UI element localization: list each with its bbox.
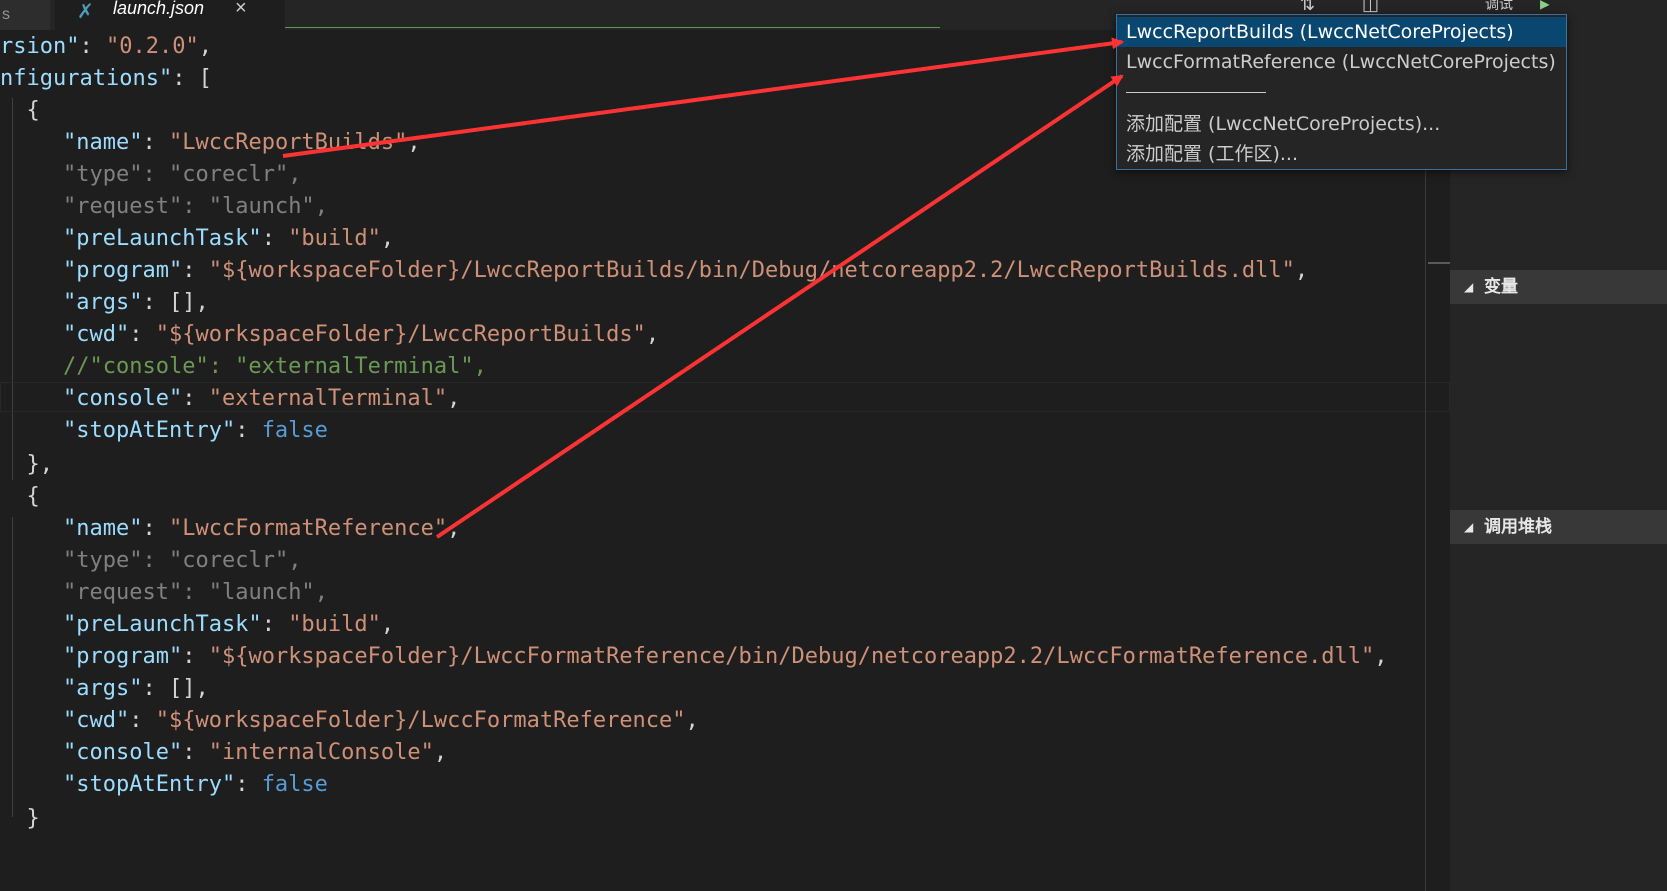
code-line-prelaunchtask: "preLaunchTask": "build", [63, 612, 395, 637]
code-line-program: "program": "${workspaceFolder}/LwccForma… [63, 644, 1388, 669]
code-line-type: "type": "coreclr", [63, 162, 302, 187]
code-line-console: "console": "internalConsole", [63, 740, 448, 765]
debug-label: 调试 [1485, 0, 1513, 13]
vscode-json-icon: ✗ [77, 1, 94, 23]
code-line-stopatentry: "stopAtEntry": false [63, 418, 328, 443]
code-line-open-brace: { [0, 484, 40, 509]
code-line-cwd: "cwd": "${workspaceFolder}/LwccFormatRef… [63, 708, 699, 733]
code-line-cwd: "cwd": "${workspaceFolder}/LwccReportBui… [63, 322, 660, 347]
section-variables-label: 变量 [1484, 277, 1518, 297]
code-line-close-brace: }, [0, 452, 53, 477]
close-icon[interactable]: × [235, 0, 247, 20]
editor-toolbar: ⇅ ◫ 调试 ▶ [1300, 0, 1667, 15]
section-callstack[interactable]: ◢ 调用堆栈 [1450, 510, 1667, 544]
source-control-icon[interactable]: ⇅ [1300, 0, 1315, 15]
dropdown-separator [1126, 92, 1266, 93]
tab-previous[interactable]: s [0, 0, 50, 30]
code-line-comment: //"console": "externalTerminal", [63, 354, 487, 379]
code-line-request: "request": "launch", [63, 194, 328, 219]
dropdown-item-add-config-project[interactable]: 添加配置 (LwccNetCoreProjects)... [1117, 109, 1566, 139]
code-line-args: "args": [], [63, 676, 209, 701]
code-line-stopatentry: "stopAtEntry": false [63, 772, 328, 797]
start-debug-icon[interactable]: ▶ [1540, 0, 1550, 13]
code-line-name: "name": "LwccReportBuilds", [63, 130, 421, 155]
collapse-triangle-icon: ◢ [1464, 520, 1474, 534]
dropdown-item-format-reference[interactable]: LwccFormatReference (LwccNetCoreProjects… [1117, 47, 1566, 77]
code-line-name: "name": "LwccFormatReference", [63, 516, 461, 541]
code-line-type: "type": "coreclr", [63, 548, 302, 573]
code-line-prelaunchtask: "preLaunchTask": "build", [63, 226, 395, 251]
code-line-configurations: nfigurations": [ [0, 66, 212, 91]
code-line-close-brace: } [0, 806, 40, 831]
progress-bar [285, 27, 940, 28]
dropdown-item-report-builds[interactable]: LwccReportBuilds (LwccNetCoreProjects) [1117, 17, 1566, 47]
code-line-request: "request": "launch", [63, 580, 328, 605]
code-line-version: rsion": "0.2.0", [0, 34, 212, 59]
code-line-open-brace: { [0, 98, 40, 123]
indent-guide [12, 98, 13, 480]
code-line-console: "console": "externalTerminal", [63, 386, 461, 411]
split-editor-icon[interactable]: ◫ [1362, 0, 1379, 15]
collapse-triangle-icon: ◢ [1464, 280, 1474, 294]
code-line-program: "program": "${workspaceFolder}/LwccRepor… [63, 258, 1309, 283]
tab-previous-label: s [2, 6, 10, 23]
section-variables[interactable]: ◢ 变量 [1450, 270, 1667, 304]
scrollbar-marker[interactable] [1428, 262, 1450, 264]
dropdown-item-add-config-workspace[interactable]: 添加配置 (工作区)... [1117, 139, 1566, 169]
section-callstack-label: 调用堆栈 [1484, 517, 1552, 537]
code-line-args: "args": [], [63, 290, 209, 315]
indent-guide [12, 517, 13, 817]
launch-config-dropdown[interactable]: LwccReportBuilds (LwccNetCoreProjects) L… [1116, 14, 1567, 170]
tab-launch-json-label: launch.json [113, 0, 205, 18]
tab-launch-json[interactable]: ✗ launch.json × [55, 0, 285, 30]
